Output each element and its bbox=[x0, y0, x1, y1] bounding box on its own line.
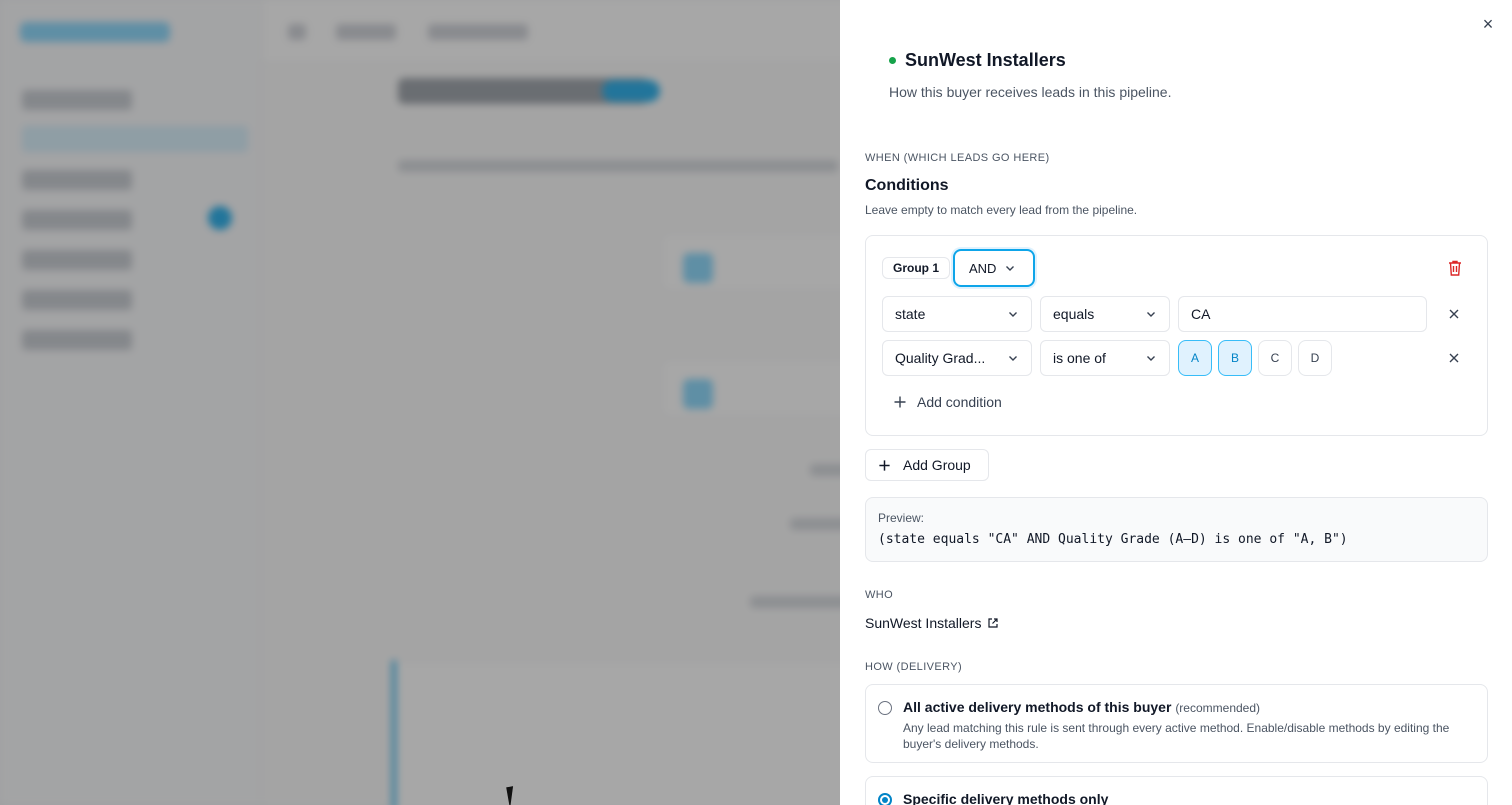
condition-operator-value: is one of bbox=[1053, 350, 1106, 366]
chevron-down-icon bbox=[1147, 312, 1155, 317]
chevron-down-icon bbox=[1009, 312, 1017, 317]
grade-chip-d[interactable]: D bbox=[1298, 340, 1332, 376]
who-section-label: WHO bbox=[865, 589, 894, 601]
recommended-note: (recommended) bbox=[1175, 701, 1261, 715]
plus-icon bbox=[894, 396, 906, 408]
trash-icon[interactable] bbox=[1447, 259, 1463, 277]
conditions-preview: Preview: (state equals "CA" AND Quality … bbox=[865, 497, 1488, 562]
remove-condition-icon[interactable] bbox=[1447, 307, 1461, 321]
delivery-option-specific-radio[interactable] bbox=[878, 793, 892, 805]
group-operator-value: AND bbox=[969, 260, 997, 276]
delivery-option-specific[interactable]: Specific delivery methods only bbox=[865, 776, 1488, 805]
drawer-title: SunWest Installers bbox=[905, 50, 1066, 70]
grade-chip-b[interactable]: B bbox=[1218, 340, 1252, 376]
condition-field-value: state bbox=[895, 306, 926, 322]
delivery-option-all-radio[interactable] bbox=[878, 701, 892, 715]
condition-field-select[interactable]: Quality Grad... bbox=[882, 340, 1032, 376]
chevron-down-icon bbox=[1147, 356, 1155, 361]
delivery-option-all-title: All active delivery methods of this buye… bbox=[903, 699, 1260, 715]
preview-label: Preview: bbox=[878, 511, 925, 525]
add-group-label: Add Group bbox=[903, 457, 971, 473]
buyer-link[interactable]: SunWest Installers bbox=[865, 615, 999, 631]
when-section-label: WHEN (WHICH LEADS GO HERE) bbox=[865, 152, 1050, 164]
add-group-button[interactable]: Add Group bbox=[865, 449, 989, 481]
chevron-down-icon bbox=[1006, 266, 1015, 271]
delivery-option-specific-title: Specific delivery methods only bbox=[903, 791, 1109, 805]
delivery-option-all-title-text: All active delivery methods of this buye… bbox=[903, 699, 1172, 715]
add-condition-button[interactable]: Add condition bbox=[893, 394, 1002, 410]
grade-chip-a[interactable]: A bbox=[1178, 340, 1212, 376]
drawer-subtitle: How this buyer receives leads in this pi… bbox=[889, 84, 1172, 100]
status-dot bbox=[889, 57, 896, 64]
condition-operator-value: equals bbox=[1053, 306, 1095, 322]
condition-field-value: Quality Grad... bbox=[895, 350, 986, 366]
condition-operator-select[interactable]: is one of bbox=[1040, 340, 1170, 376]
delivery-option-all-description: Any lead matching this rule is sent thro… bbox=[903, 721, 1450, 751]
condition-group: Group 1 AND state equals Quality Grad...… bbox=[865, 235, 1488, 436]
group-label: Group 1 bbox=[882, 257, 951, 279]
condition-value-input[interactable] bbox=[1178, 296, 1427, 332]
group-operator-select[interactable]: AND bbox=[953, 249, 1035, 287]
external-link-icon bbox=[988, 618, 999, 628]
rule-drawer: × SunWest Installers How this buyer rece… bbox=[840, 0, 1512, 805]
drawer-header: SunWest Installers bbox=[889, 50, 1066, 71]
add-condition-label: Add condition bbox=[917, 394, 1002, 410]
preview-expression: (state equals "CA" AND Quality Grade (A–… bbox=[878, 532, 1348, 547]
conditions-help: Leave empty to match every lead from the… bbox=[865, 203, 1138, 217]
buyer-name: SunWest Installers bbox=[865, 615, 982, 631]
delivery-option-all[interactable]: All active delivery methods of this buye… bbox=[865, 684, 1488, 763]
chevron-down-icon bbox=[1009, 356, 1017, 361]
conditions-heading: Conditions bbox=[865, 177, 949, 194]
plus-icon bbox=[879, 459, 890, 471]
condition-field-select[interactable]: state bbox=[882, 296, 1032, 332]
remove-condition-icon[interactable] bbox=[1447, 351, 1461, 365]
close-icon[interactable]: × bbox=[1478, 14, 1498, 34]
how-section-label: HOW (DELIVERY) bbox=[865, 661, 963, 673]
grade-chip-c[interactable]: C bbox=[1258, 340, 1292, 376]
condition-operator-select[interactable]: equals bbox=[1040, 296, 1170, 332]
